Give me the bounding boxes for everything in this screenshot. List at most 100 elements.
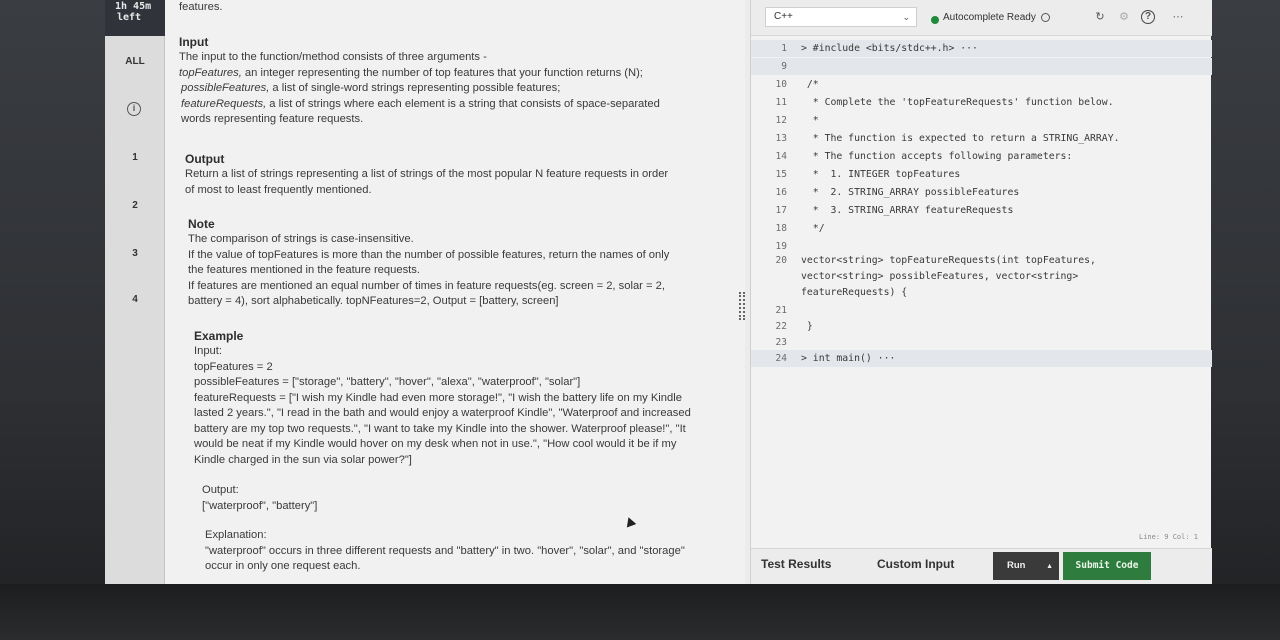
code-text: * 2. STRING_ARRAY possibleFeatures: [801, 187, 1020, 198]
timer-value: 1h 45m: [115, 1, 152, 12]
example-line: possibleFeatures = ["storage", "battery"…: [194, 376, 581, 388]
submit-code-button[interactable]: Submit Code: [1063, 552, 1151, 580]
chevron-down-icon: ⌄: [902, 12, 910, 22]
explanation-line: occur in only one request each.: [205, 560, 361, 572]
input-line: possibleFeatures, a list of single-word …: [179, 81, 734, 97]
code-text: > int main() ···: [801, 353, 896, 364]
param-name: topFeatures,: [179, 66, 242, 79]
code-text: featureRequests) {: [801, 287, 908, 298]
code-line[interactable]: 11 * Complete the 'topFeatureRequests' f…: [751, 94, 1212, 111]
status-label: Autocomplete Ready: [943, 12, 1036, 23]
example-line: Input:: [194, 345, 222, 357]
run-button[interactable]: Run ▲: [993, 552, 1059, 580]
param-name: featureRequests,: [181, 97, 267, 110]
cursor-position: Line: 9 Col: 1: [1139, 533, 1199, 541]
code-line[interactable]: 20 vector<string> topFeatureRequests(int …: [751, 252, 1212, 269]
line-number: 12: [775, 115, 787, 126]
input-line: featureRequests, a list of strings where…: [179, 97, 734, 113]
code-text: *: [801, 115, 819, 126]
code-line[interactable]: 21: [751, 302, 1212, 319]
pane-resize-handle[interactable]: [739, 292, 745, 320]
code-line[interactable]: 24 > int main() ···: [751, 350, 1212, 367]
code-text: vector<string> topFeatureRequests(int to…: [801, 255, 1096, 266]
param-desc: a list of strings where each element is …: [266, 97, 660, 110]
code-editor-pane: C++ ⌄ Autocomplete Ready ↻ ⚙ ? ⋯ 1 > #inc…: [750, 0, 1212, 584]
question-rail: 1h 45m left ALL i 1 2 3 4: [105, 0, 165, 584]
input-heading: Input: [179, 35, 209, 49]
code-line[interactable]: 22 }: [751, 318, 1212, 335]
line-number: 21: [775, 305, 787, 316]
problem-statement: features. Input The input to the functio…: [165, 0, 745, 584]
code-line[interactable]: 14 * The function accepts following para…: [751, 148, 1212, 165]
code-text: * The function accepts following paramet…: [801, 151, 1073, 162]
explanation-line: "waterproof" occurs in three different r…: [205, 544, 685, 557]
code-line[interactable]: 10 /*: [751, 76, 1212, 93]
note-line: the features mentioned in the feature re…: [188, 264, 420, 276]
input-line: words representing feature requests.: [181, 113, 364, 125]
output-heading: Output: [185, 152, 225, 166]
code-line[interactable]: 1 > #include <bits/stdc++.h> ···: [751, 40, 1212, 57]
example-line: Kindle charged in the sun via solar powe…: [194, 453, 412, 466]
line-number: 24: [775, 353, 787, 364]
line-number: 18: [775, 223, 787, 234]
output-line: of most to least frequently mentioned.: [185, 183, 372, 196]
code-line[interactable]: 9: [751, 58, 1212, 75]
rail-item-question-3[interactable]: 3: [105, 248, 165, 259]
example-line: battery are my top two requests.", "I wa…: [194, 422, 686, 435]
help-icon[interactable]: ?: [1141, 10, 1155, 24]
time-left-timer: 1h 45m left: [105, 0, 165, 36]
info-icon[interactable]: i: [127, 102, 141, 116]
language-value: C++: [774, 11, 793, 22]
rail-item-question-1[interactable]: 1: [105, 152, 165, 163]
test-results-tab[interactable]: Test Results: [761, 557, 831, 571]
note-section: Note The comparison of strings is case-i…: [188, 216, 743, 310]
output-line: Return a list of strings representing a …: [185, 168, 669, 180]
line-number: 10: [775, 79, 787, 90]
line-number: 13: [775, 133, 787, 144]
input-line: The input to the function/method consist…: [179, 51, 487, 63]
code-line[interactable]: 15 * 1. INTEGER topFeatures: [751, 166, 1212, 183]
output-section: Output Return a list of strings represen…: [185, 151, 740, 198]
code-line[interactable]: 12 *: [751, 112, 1212, 129]
code-area[interactable]: 1 > #include <bits/stdc++.h> ··· 9 10 /* 11 …: [751, 38, 1212, 508]
code-line[interactable]: featureRequests) {: [751, 284, 1212, 301]
language-select[interactable]: C++ ⌄: [765, 7, 917, 27]
param-name: possibleFeatures,: [181, 82, 270, 94]
code-text: * Complete the 'topFeatureRequests' func…: [801, 97, 1114, 108]
autocomplete-status[interactable]: Autocomplete Ready: [943, 12, 1050, 23]
code-text: /*: [801, 79, 819, 90]
line-number: 20: [775, 255, 787, 266]
more-options-icon[interactable]: ⋯: [1171, 10, 1185, 24]
screen: 1h 45m left ALL i 1 2 3 4 features. Inpu…: [105, 0, 1212, 584]
code-line[interactable]: 17 * 3. STRING_ARRAY featureRequests: [751, 202, 1212, 219]
reset-icon[interactable]: ↻: [1093, 10, 1107, 24]
code-line[interactable]: vector<string> possibleFeatures, vector<…: [751, 268, 1212, 285]
code-line[interactable]: 16 * 2. STRING_ARRAY possibleFeatures: [751, 184, 1212, 201]
info-circle-icon: [1040, 12, 1050, 22]
custom-input-tab[interactable]: Custom Input: [877, 557, 954, 571]
settings-icon[interactable]: ⚙: [1117, 10, 1131, 24]
rail-item-all[interactable]: ALL: [105, 56, 165, 67]
param-desc: an integer representing the number of to…: [241, 66, 643, 79]
output-label: Output:: [202, 484, 239, 496]
code-line[interactable]: 18 */: [751, 220, 1212, 237]
example-line: lasted 2 years.", "I read in the bath an…: [194, 407, 691, 419]
code-line[interactable]: 23: [751, 334, 1212, 351]
desk-surface: [0, 584, 1280, 640]
line-number: 14: [775, 151, 787, 162]
line-number: 22: [775, 321, 787, 332]
line-number: 17: [775, 205, 787, 216]
code-line[interactable]: 13 * The function is expected to return …: [751, 130, 1212, 147]
rail-item-question-4[interactable]: 4: [105, 294, 165, 305]
line-number: 9: [781, 61, 787, 72]
code-text: * The function is expected to return a S…: [801, 133, 1120, 144]
example-section: Example Input: topFeatures = 2 possibleF…: [194, 328, 745, 468]
chevron-up-icon: ▲: [1046, 563, 1054, 570]
example-heading: Example: [194, 329, 244, 343]
example-output: Output: ["waterproof", "battery"]: [202, 483, 745, 514]
code-text: }: [801, 321, 813, 332]
run-label: Run: [1007, 560, 1026, 571]
code-text: * 1. INTEGER topFeatures: [801, 169, 961, 180]
rail-item-question-2[interactable]: 2: [105, 200, 165, 211]
input-section: Input The input to the function/method c…: [179, 34, 734, 128]
